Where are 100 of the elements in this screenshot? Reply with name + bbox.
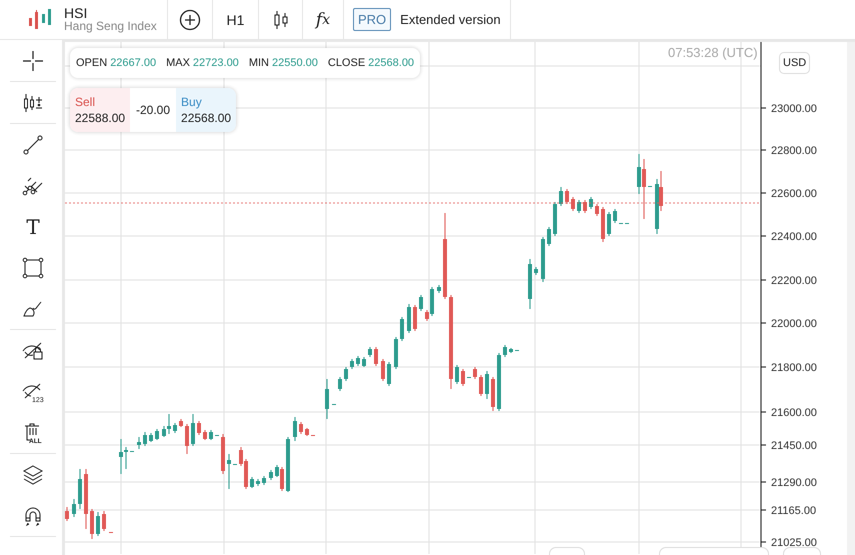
ohlc-value: 22568.00: [368, 57, 414, 69]
candle: [209, 430, 213, 440]
ohlc-value: 22667.00: [110, 57, 156, 69]
candle: [78, 468, 82, 510]
text-tool-button[interactable]: T: [10, 206, 56, 247]
candle: [269, 470, 273, 480]
candle: [197, 420, 201, 436]
candle: [344, 366, 348, 382]
candle: [473, 366, 477, 380]
candle: [461, 368, 465, 386]
candle: [394, 336, 398, 370]
candle: [565, 188, 569, 204]
candle: [256, 478, 260, 486]
symbol-name: HSI: [64, 6, 88, 20]
candle: [368, 346, 372, 358]
candle: [607, 212, 611, 236]
candle: [491, 376, 495, 412]
candle: [595, 204, 599, 216]
currency-button[interactable]: USD: [779, 52, 810, 74]
ohlc-label: MIN: [248, 57, 269, 69]
candle: [528, 258, 532, 310]
candle: [559, 186, 563, 206]
candle: [72, 498, 76, 518]
candle: [143, 432, 147, 446]
candle: [400, 316, 404, 342]
candle: [149, 432, 153, 442]
buy-button[interactable]: Buy 22568.00: [176, 88, 236, 132]
candles-logo-icon: [28, 8, 54, 30]
axis-label: 21600.00: [771, 407, 817, 419]
ohlc-value: 22723.00: [192, 57, 239, 69]
candle: [413, 304, 417, 332]
axis-label: 21290.00: [771, 477, 817, 489]
ohlc-label: OPEN: [76, 57, 108, 69]
axis-label: 21025.00: [771, 537, 817, 549]
candle: [305, 428, 309, 436]
candle: [419, 294, 423, 312]
extended-version-link[interactable]: Extended version: [400, 12, 501, 27]
layers-icon: [21, 462, 45, 486]
candle: [65, 506, 69, 522]
candle: [299, 422, 303, 434]
candle: [571, 196, 575, 212]
axis-label: 22000.00: [771, 318, 817, 330]
candle: [479, 374, 483, 396]
candle: [137, 436, 141, 450]
ohlc-label: MAX: [166, 57, 190, 69]
candle: [203, 430, 207, 440]
ohlc-label: CLOSE: [328, 57, 366, 69]
candle: [601, 206, 605, 242]
axis-label: 21800.00: [771, 362, 817, 374]
candle: [497, 352, 501, 412]
candle: [589, 196, 593, 210]
candle: [90, 508, 94, 540]
candle: [387, 362, 391, 386]
axis-label: 22600.00: [771, 188, 817, 200]
axis-label: 23000.00: [771, 103, 817, 115]
candle: [221, 434, 225, 474]
candle: [485, 370, 489, 400]
line-tool-icon: [21, 132, 45, 156]
candle: [583, 200, 587, 214]
candle: [325, 378, 329, 420]
spread-value: -20.00: [135, 102, 172, 119]
candle: [262, 476, 266, 486]
axis-label: 22800.00: [771, 145, 817, 157]
candle: [407, 304, 411, 334]
candle: [437, 284, 441, 294]
candle: [509, 348, 513, 354]
candle: [185, 424, 189, 454]
axis-label: 22400.00: [771, 231, 817, 243]
candle: [362, 356, 366, 368]
candle: [577, 200, 581, 214]
candle: [286, 436, 290, 492]
chart-time: 07:53:28 (UTC): [668, 45, 758, 60]
axis-label: 21450.00: [771, 440, 817, 452]
candle: [102, 510, 106, 532]
candle: [534, 266, 538, 276]
candle: [84, 468, 88, 530]
candle: [381, 358, 385, 382]
candle: [350, 358, 354, 370]
candle: [179, 418, 183, 428]
candle: [338, 376, 342, 392]
candle: [191, 414, 195, 446]
candle: [227, 454, 231, 490]
candle: [356, 356, 360, 366]
candle: [547, 226, 551, 246]
sell-button[interactable]: Sell 22588.00: [70, 88, 130, 132]
candle: [541, 236, 545, 282]
axis-label: 21165.00: [771, 505, 816, 517]
plus-circle-icon: [179, 8, 201, 30]
candle: [155, 428, 159, 440]
candle: [613, 208, 617, 224]
pro-badge: PRO: [353, 8, 392, 31]
rectangle-icon: [21, 256, 45, 280]
candle: [250, 476, 254, 488]
candle: [503, 344, 507, 358]
instrument-name: Hang Seng Index: [64, 20, 157, 32]
candle: [553, 202, 557, 236]
candle: [455, 364, 459, 384]
candle: [374, 346, 378, 366]
axis-label: 22200.00: [771, 275, 817, 287]
crosshair-icon: [21, 48, 45, 72]
